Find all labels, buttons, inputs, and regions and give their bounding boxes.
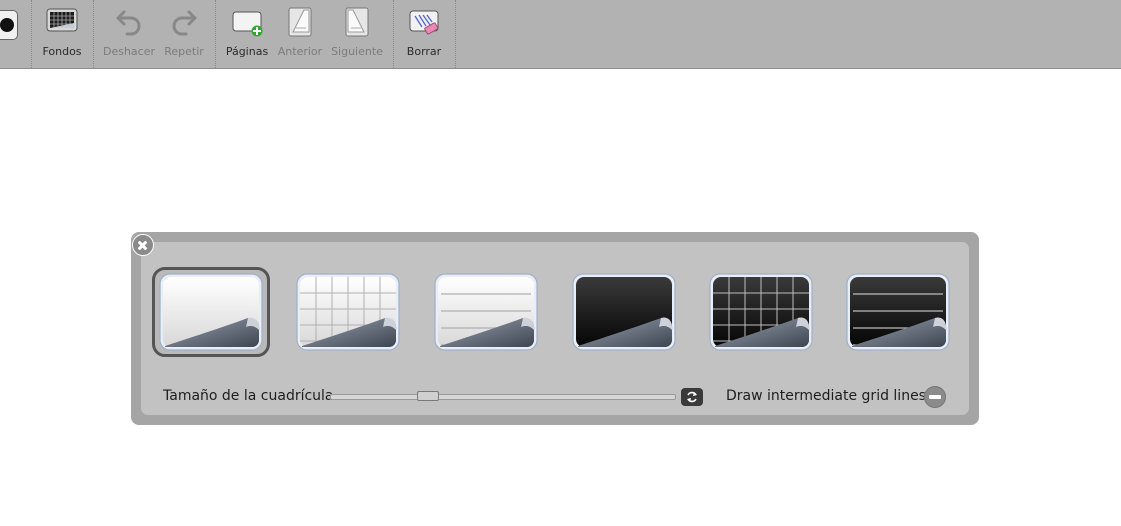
background-preview-ruled-white (434, 273, 538, 351)
paginas-label: Páginas (225, 45, 269, 58)
intermediate-grid-lines-label: Draw intermediate grid lines (726, 388, 926, 404)
pen-color-icon[interactable] (0, 10, 18, 40)
background-option-grid-white[interactable] (293, 270, 403, 354)
next-page-icon (345, 7, 369, 37)
anterior-button[interactable]: Anterior (275, 0, 325, 68)
anterior-label: Anterior (277, 45, 323, 58)
repetir-label: Repetir (164, 45, 204, 58)
siguiente-button[interactable]: Siguiente (329, 0, 385, 68)
background-option-ruled-white[interactable] (431, 270, 541, 354)
background-preview-plain-white (159, 273, 263, 351)
pen-group (0, 0, 32, 68)
background-preview-plain-black (572, 273, 676, 351)
close-icon[interactable] (132, 234, 154, 256)
erase-group: Borrar (393, 0, 456, 68)
history-group: Deshacer Repetir (93, 0, 216, 68)
grid-size-slider-handle[interactable] (417, 391, 440, 401)
paginas-button[interactable]: Páginas (223, 0, 271, 68)
pages-group: Páginas Anterior Siguiente (215, 0, 394, 68)
refresh-icon (687, 391, 697, 403)
eraser-icon (409, 10, 439, 35)
background-preview-grid-white (296, 273, 400, 351)
grid-size-slider[interactable] (330, 394, 676, 400)
background-preview-ruled-black (846, 273, 950, 351)
main-toolbar: Fondos Deshacer Repetir Páginas Anterior… (0, 0, 1121, 69)
reset-grid-size-button[interactable] (681, 388, 703, 406)
repetir-button[interactable]: Repetir (158, 0, 210, 68)
backgrounds-group: Fondos (31, 0, 94, 68)
background-option-grid-black[interactable] (706, 270, 816, 354)
borrar-button[interactable]: Borrar (399, 0, 449, 68)
backgrounds-icon (46, 8, 78, 32)
fondos-button[interactable]: Fondos (31, 0, 93, 68)
fondos-label: Fondos (42, 45, 82, 58)
deshacer-button[interactable]: Deshacer (100, 0, 158, 68)
siguiente-label: Siguiente (331, 45, 383, 58)
background-option-plain-black[interactable] (569, 270, 679, 354)
redo-icon (172, 10, 197, 36)
add-page-icon (232, 11, 263, 37)
previous-page-icon (288, 7, 312, 37)
deshacer-label: Deshacer (102, 45, 156, 58)
background-preview-grid-black (709, 273, 813, 351)
undo-icon (116, 10, 141, 36)
background-option-ruled-black[interactable] (843, 270, 953, 354)
background-option-plain-white[interactable] (152, 267, 270, 357)
intermediate-grid-lines-toggle[interactable] (924, 386, 946, 408)
grid-size-label: Tamaño de la cuadrícula (163, 388, 334, 404)
borrar-label: Borrar (406, 45, 442, 58)
